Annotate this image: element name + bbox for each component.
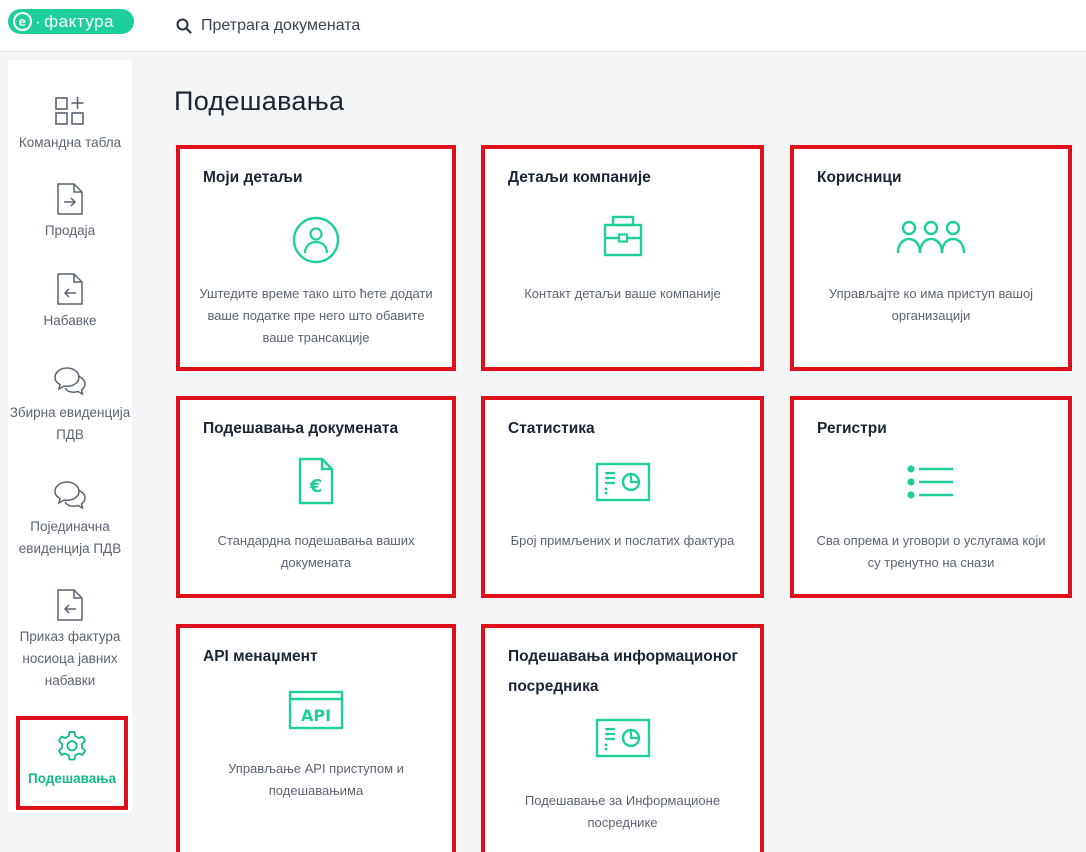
sidebar-item-sales[interactable]: Продаја [8, 182, 132, 242]
top-bar: e · фактура Претрага докумената [0, 0, 1086, 52]
statistics-icon [595, 462, 650, 502]
users-icon [896, 220, 966, 254]
api-icon: API [288, 690, 344, 730]
document-out-icon [57, 183, 83, 215]
user-circle-icon [292, 216, 340, 264]
card-description: Стандардна подешавања ваших докумената [217, 533, 415, 570]
gear-icon [58, 731, 86, 761]
card-title: Подешавања информационог посредника [508, 648, 738, 695]
sidebar-item-settings[interactable]: Подешавања [16, 716, 128, 810]
card-title: Корисници [817, 169, 902, 186]
sidebar-item-label: Појединачна евиденција ПДВ [18, 519, 122, 556]
card-title: Регистри [817, 420, 887, 437]
card-registers[interactable]: Регистри Сва опрема и уговори о услугама… [790, 396, 1072, 598]
sidebar-item-label: Набавке [43, 313, 97, 328]
document-in-icon [57, 273, 83, 305]
card-api-management[interactable]: API менаџмент API Управљање API приступо… [176, 624, 456, 852]
sidebar: Командна табла Продаја Набавке Збирна ев… [8, 60, 132, 812]
api-icon-label: API [301, 706, 331, 725]
card-title: Статистика [508, 420, 595, 437]
list-icon [907, 465, 953, 499]
card-title: API менаџмент [203, 648, 318, 665]
chat-bubbles-icon [54, 481, 86, 510]
card-description: Сва опрема и уговори о услугама који су … [816, 533, 1046, 570]
logo-mark: e [13, 12, 32, 31]
card-document-settings[interactable]: Подешавања докумената € Стандардна подеш… [176, 396, 456, 598]
card-description: Уштедите време тако што ћете додати ваше… [199, 286, 433, 345]
app-logo[interactable]: e · фактура [8, 9, 134, 34]
card-description: Број примљених и послатих фактура [510, 533, 735, 548]
svg-text:€: € [309, 476, 323, 497]
card-description: Контакт детаљи ваше компаније [524, 286, 721, 301]
card-title: Моји детаљи [203, 169, 303, 186]
page-title: Подешавања [174, 86, 345, 116]
card-statistics[interactable]: Статистика Број примљених и послатих фак… [481, 396, 764, 598]
sidebar-item-dashboard[interactable]: Командна табла [8, 94, 132, 154]
statistics-icon [595, 718, 650, 758]
document-in-icon [57, 589, 83, 621]
card-title: Детаљи компаније [508, 169, 651, 186]
sidebar-item-summary-vat[interactable]: Збирна евиденција ПДВ [8, 364, 132, 446]
chat-bubbles-icon [54, 367, 86, 396]
card-title: Подешавања докумената [203, 420, 399, 437]
sidebar-item-individual-vat[interactable]: Појединачна евиденција ПДВ [8, 478, 132, 560]
card-information-intermediary[interactable]: Подешавања информационог посредника Поде… [481, 624, 764, 852]
dashboard-icon [55, 97, 84, 125]
sidebar-item-public-procurement[interactable]: Приказ фактура носиоца јавних набавки [8, 588, 132, 692]
search-input[interactable]: Претрага докумената [201, 17, 360, 35]
card-users[interactable]: Корисници Управљајте ко има приступ вашо… [790, 145, 1072, 371]
euro-document-icon: € [298, 457, 334, 505]
card-description: Управљајте ко има приступ вашој организа… [828, 286, 1034, 323]
card-company-details[interactable]: Детаљи компаније Контакт детаљи ваше ком… [481, 145, 764, 371]
logo-dot: · [35, 11, 42, 31]
search-bar[interactable]: Претрага докумената [176, 13, 360, 39]
sidebar-item-label: Продаја [44, 223, 96, 238]
card-description: Управљање API приступом и подешавањима [228, 761, 404, 798]
card-my-details[interactable]: Моји детаљи Уштедите време тако што ћете… [176, 145, 456, 371]
logo-text: фактура [44, 11, 114, 31]
sidebar-item-label: Подешавања [28, 771, 116, 786]
briefcase-icon [603, 215, 642, 257]
sidebar-item-label: Збирна евиденција ПДВ [9, 405, 131, 442]
card-description: Подешавање за Информационе посреднике [524, 793, 721, 830]
search-icon [176, 18, 192, 34]
sidebar-item-label: Командна табла [18, 135, 122, 150]
sidebar-item-label: Приказ фактура носиоца јавних набавки [19, 629, 121, 688]
sidebar-item-purchases[interactable]: Набавке [8, 272, 132, 332]
